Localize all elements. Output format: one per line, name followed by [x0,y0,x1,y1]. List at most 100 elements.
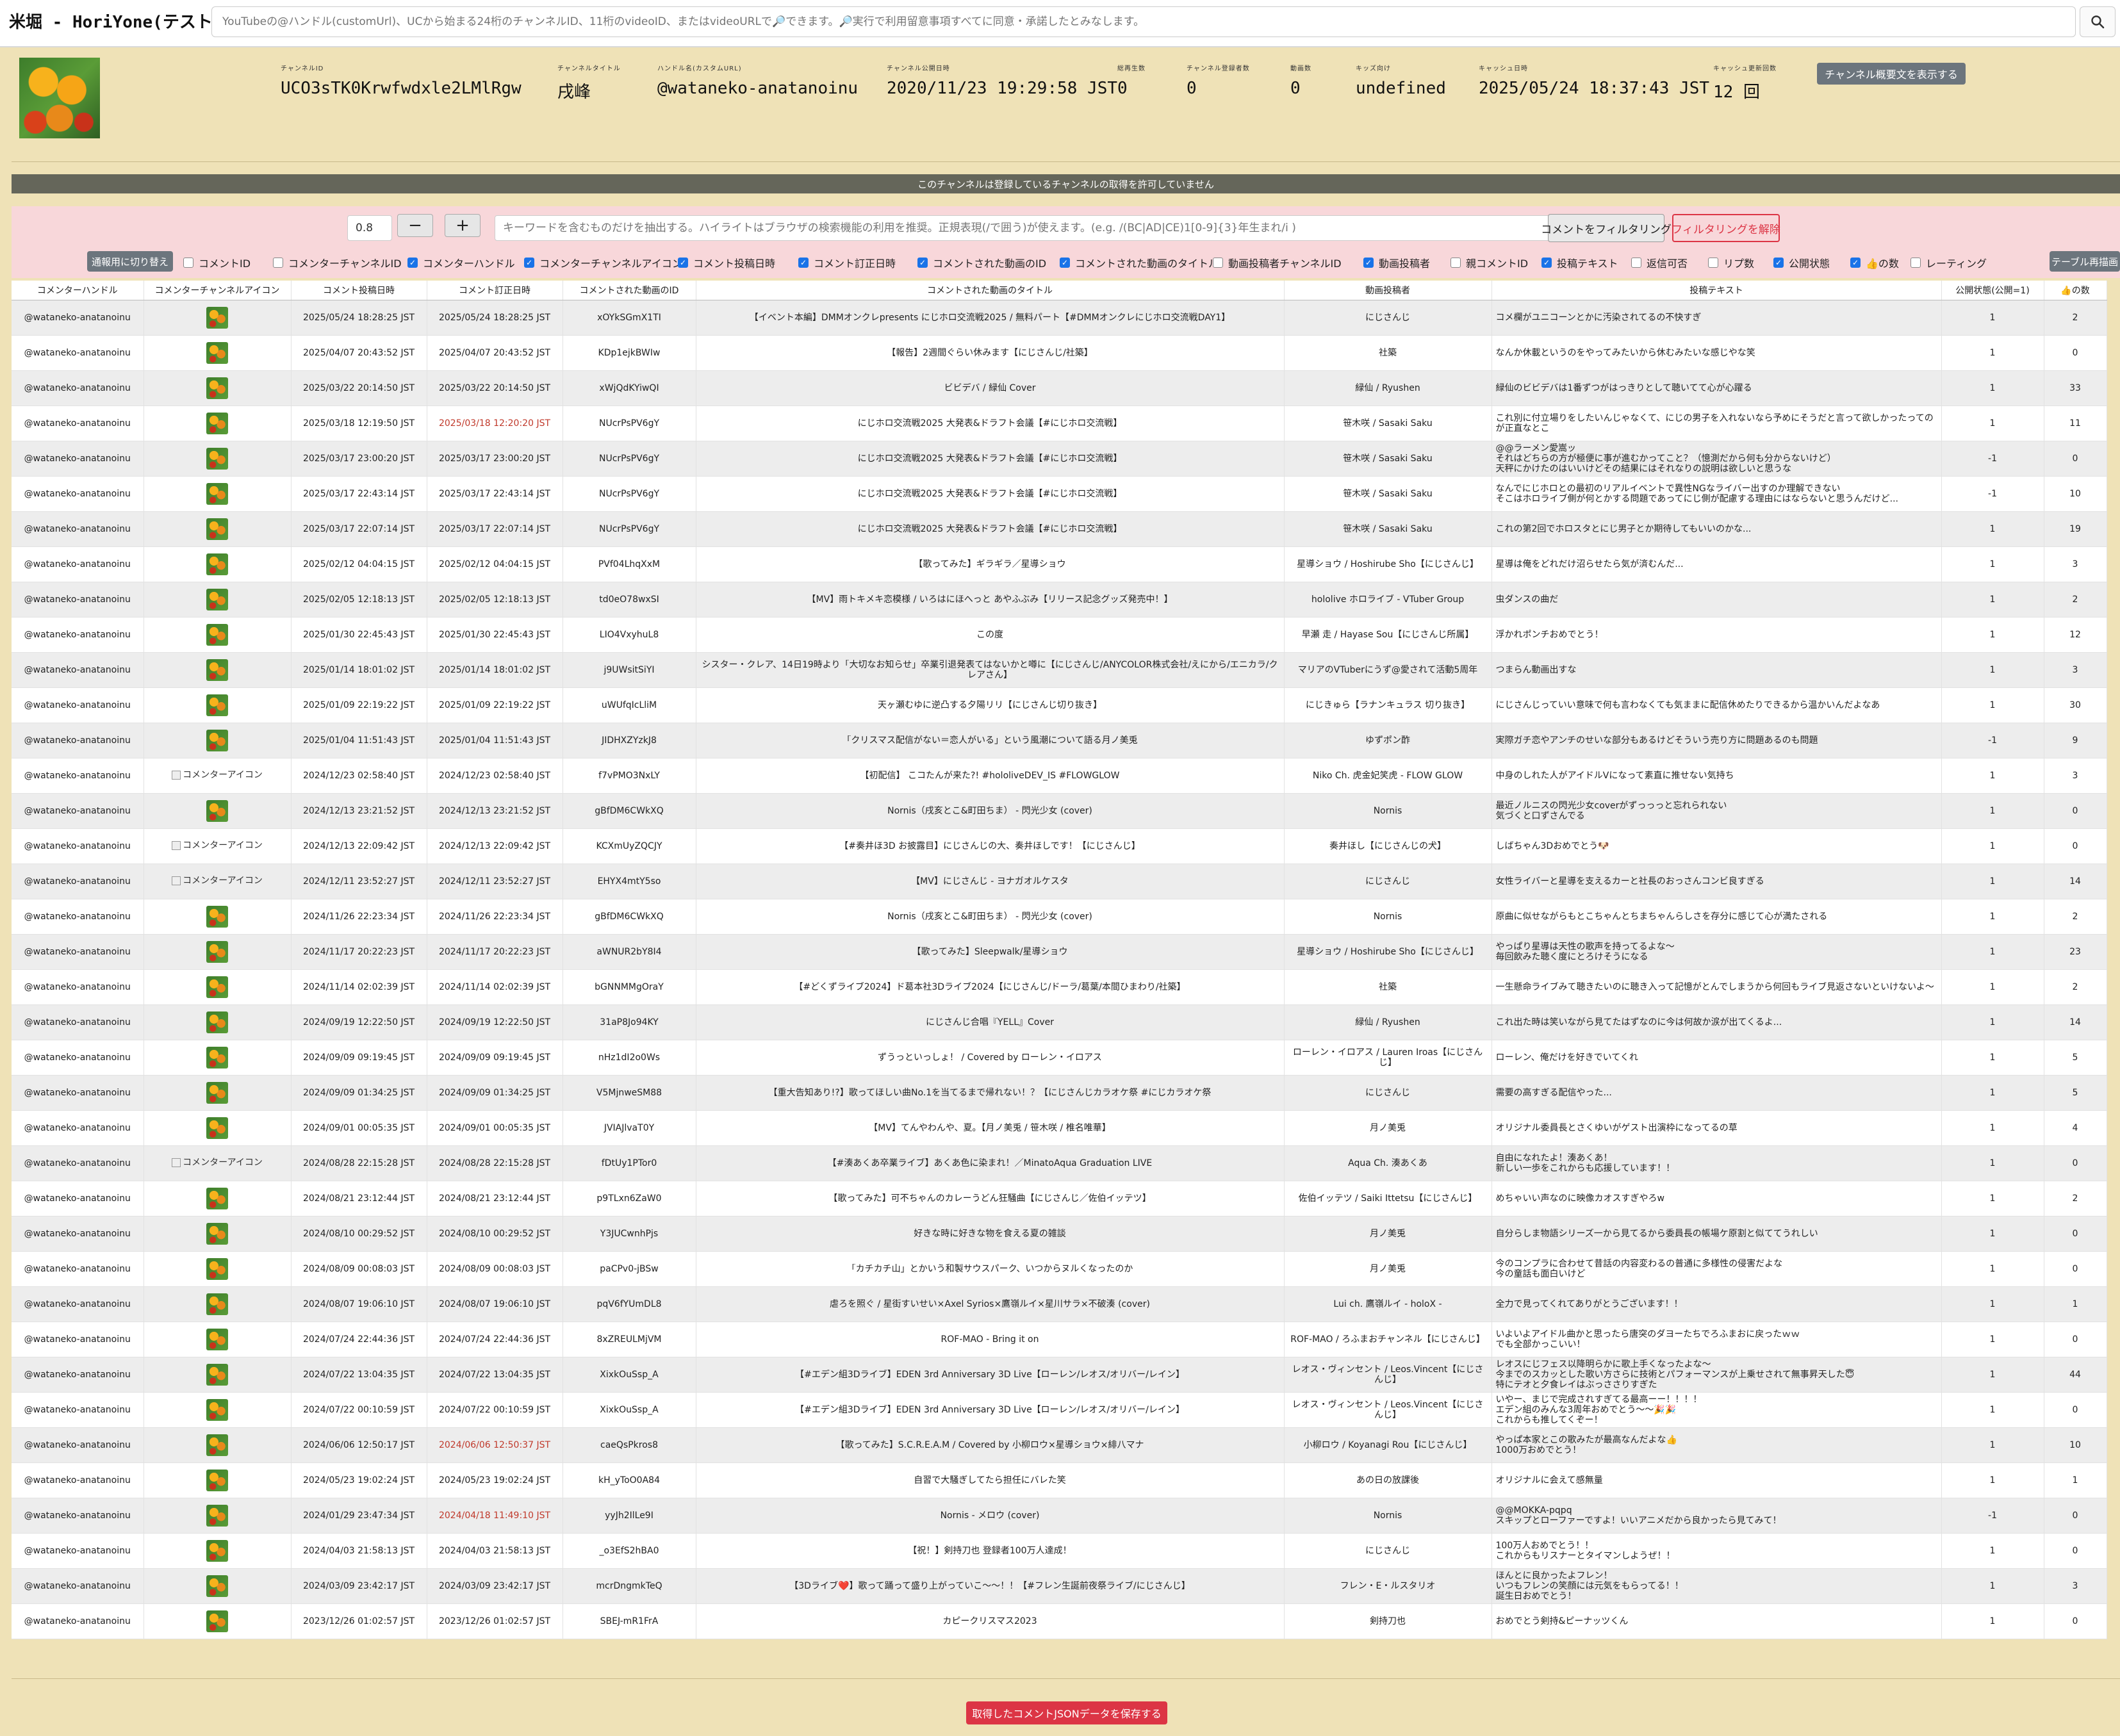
table-row[interactable]: @wataneko-anatanoinu 2025/03/17 23:00:20 … [12,441,2107,477]
col-toggle-visibility[interactable]: ✓ 公開状態 [1773,255,1830,270]
checkbox[interactable] [273,258,283,268]
checkbox[interactable]: ✓ [678,258,688,268]
col-toggle-uploader[interactable]: ✓ 動画投稿者 [1363,255,1430,270]
col-toggle-likes[interactable]: ✓ 👍の数 [1850,255,1899,270]
show-description-button[interactable]: チャンネル概要文を表示する [1817,63,1966,85]
cache-count-field: キャッシュ更新回数 12 回 [1713,63,1777,102]
col-header-handle[interactable]: コメンターハンドル [12,281,144,300]
table-row[interactable]: @wataneko-anatanoinu コメンターアイコン 2024/12/13 … [12,828,2107,864]
redraw-table-button[interactable]: テーブル再描画 [2050,251,2120,272]
table-row[interactable]: @wataneko-anatanoinu 2025/03/18 12:19:50 … [12,405,2107,441]
col-header-edited[interactable]: コメント訂正日時 [427,281,563,300]
post-text-text: ローレン、俺だけを好きでいてくれ [1495,1052,1638,1063]
col-toggle-parent-comment-id[interactable]: 親コメントID [1450,255,1528,270]
table-row[interactable]: @wataneko-anatanoinu 2025/05/24 18:28:25 … [12,300,2107,336]
table-row[interactable]: @wataneko-anatanoinu 2024/07/22 00:10:59 … [12,1392,2107,1428]
table-row[interactable]: @wataneko-anatanoinu 2025/03/22 20:14:50 … [12,370,2107,406]
checkbox[interactable]: ✓ [524,258,534,268]
col-toggle-comment-id[interactable]: コメントID [183,255,251,270]
checkbox[interactable]: ✓ [407,258,418,268]
checkbox[interactable]: ✓ [1541,258,1552,268]
col-toggle-reply-allowed[interactable]: 返信可否 [1631,255,1688,270]
col-toggle-rating[interactable]: レーティング [1910,255,1987,270]
clear-filter-button[interactable]: フィルタリングを解除 [1672,214,1780,242]
table-row[interactable]: @wataneko-anatanoinu 2025/01/14 18:01:02 … [12,652,2107,688]
col-header-video-title[interactable]: コメントされた動画のタイトル [696,281,1285,300]
col-toggle-post-text[interactable]: ✓ 投稿テキスト [1541,255,1618,270]
filter-button[interactable]: コメントをフィルタリング [1541,214,1672,242]
checkbox[interactable]: ✓ [798,258,809,268]
table-row[interactable]: @wataneko-anatanoinu 2024/09/19 12:22:50 … [12,1004,2107,1040]
col-toggle-uploader-channel-id[interactable]: 動画投稿者チャンネルID [1213,255,1342,270]
keyword-input[interactable] [495,215,1552,241]
table-row[interactable]: @wataneko-anatanoinu 2025/02/05 12:18:13 … [12,582,2107,618]
col-toggle-video-id[interactable]: ✓ コメントされた動画のID [917,255,1046,270]
table-row[interactable]: @wataneko-anatanoinu コメンターアイコン 2024/12/11 … [12,864,2107,899]
table-row[interactable]: @wataneko-anatanoinu コメンターアイコン 2024/08/28 … [12,1145,2107,1181]
search-button[interactable] [2080,6,2116,37]
table-row[interactable]: @wataneko-anatanoinu 2024/05/23 19:02:24 … [12,1462,2107,1498]
col-header-text[interactable]: 投稿テキスト [1491,281,1942,300]
checkbox[interactable]: ✓ [1363,258,1374,268]
posted-date-text: 2025/01/14 18:01:02 JST [302,665,415,675]
col-toggle-commenter-channel-id[interactable]: コメンターチャンネルID [273,255,402,270]
table-row[interactable]: @wataneko-anatanoinu コメンターアイコン 2024/12/23 … [12,758,2107,794]
col-header-video-id[interactable]: コメントされた動画のID [563,281,696,300]
table-row[interactable]: @wataneko-anatanoinu 2024/08/21 23:12:44 … [12,1181,2107,1216]
save-json-button[interactable]: 取得したコメントJSONデータを保存する [966,1701,1167,1724]
table-row[interactable]: @wataneko-anatanoinu 2025/03/17 22:07:14 … [12,511,2107,547]
search-input[interactable] [211,6,2076,37]
col-toggle-reply-count[interactable]: リプ数 [1708,255,1754,270]
checkbox[interactable]: ✓ [1060,258,1070,268]
table-row[interactable]: @wataneko-anatanoinu 2025/04/07 20:43:52 … [12,335,2107,371]
col-toggle-edited-date[interactable]: ✓ コメント訂正日時 [798,255,896,270]
table-row[interactable]: @wataneko-anatanoinu 2025/01/30 22:45:43 … [12,617,2107,653]
table-row[interactable]: @wataneko-anatanoinu 2024/09/09 09:19:45 … [12,1040,2107,1076]
col-toggle-commenter-icon[interactable]: ✓ コメンターチャンネルアイコン [524,255,682,270]
table-row[interactable]: @wataneko-anatanoinu 2025/01/09 22:19:22 … [12,687,2107,723]
table-row[interactable]: @wataneko-anatanoinu 2024/03/09 23:42:17 … [12,1568,2107,1604]
table-row[interactable]: @wataneko-anatanoinu 2024/09/09 01:34:25 … [12,1075,2107,1111]
table-row[interactable]: @wataneko-anatanoinu 2024/12/13 23:21:52 … [12,793,2107,829]
table-row[interactable]: @wataneko-anatanoinu 2025/03/17 22:43:14 … [12,476,2107,512]
table-row[interactable]: @wataneko-anatanoinu 2025/01/04 11:51:43 … [12,723,2107,758]
table-row[interactable]: @wataneko-anatanoinu 2024/11/26 22:23:34 … [12,899,2107,935]
posted-date: 2024/12/11 23:52:27 JST [291,864,427,899]
report-mode-button[interactable]: 通報用に切り替え [87,251,173,272]
field-value: undefined [1356,79,1446,98]
table-row[interactable]: @wataneko-anatanoinu 2024/07/22 13:04:35 … [12,1357,2107,1393]
table-row[interactable]: @wataneko-anatanoinu 2024/06/06 12:50:17 … [12,1427,2107,1463]
threshold-input[interactable] [347,215,392,241]
checkbox[interactable]: ✓ [1850,258,1861,268]
table-row[interactable]: @wataneko-anatanoinu 2023/12/26 01:02:57 … [12,1603,2107,1639]
checkbox[interactable] [1450,258,1461,268]
col-toggle-video-title[interactable]: ✓ コメントされた動画のタイトル [1060,255,1219,270]
checkbox[interactable] [1708,258,1718,268]
table-row[interactable]: @wataneko-anatanoinu 2024/01/29 23:47:34 … [12,1498,2107,1534]
table-row[interactable]: @wataneko-anatanoinu 2024/08/09 00:08:03 … [12,1251,2107,1287]
decrement-button[interactable]: − [397,214,433,237]
checkbox[interactable]: ✓ [1773,258,1784,268]
edited-date: 2024/08/21 23:12:44 JST [427,1181,563,1216]
increment-button[interactable]: + [445,214,481,237]
col-toggle-posted-date[interactable]: ✓ コメント投稿日時 [678,255,775,270]
checkbox[interactable] [1631,258,1641,268]
col-header-uploader[interactable]: 動画投稿者 [1284,281,1492,300]
table-row[interactable]: @wataneko-anatanoinu 2025/02/12 04:04:15 … [12,546,2107,582]
checkbox[interactable] [1213,258,1223,268]
col-header-icon[interactable]: コメンターチャンネルアイコン [144,281,292,300]
col-header-posted[interactable]: コメント投稿日時 [291,281,427,300]
table-row[interactable]: @wataneko-anatanoinu 2024/11/17 20:22:23 … [12,934,2107,970]
table-row[interactable]: @wataneko-anatanoinu 2024/08/07 19:06:10 … [12,1286,2107,1322]
checkbox[interactable] [183,258,193,268]
checkbox[interactable] [1910,258,1921,268]
col-header-likes[interactable]: 👍の数 [2044,281,2107,300]
checkbox[interactable]: ✓ [917,258,928,268]
table-row[interactable]: @wataneko-anatanoinu 2024/09/01 00:05:35 … [12,1110,2107,1146]
table-row[interactable]: @wataneko-anatanoinu 2024/11/14 02:02:39 … [12,969,2107,1005]
table-row[interactable]: @wataneko-anatanoinu 2024/04/03 21:58:13 … [12,1533,2107,1569]
table-row[interactable]: @wataneko-anatanoinu 2024/07/24 22:44:36 … [12,1322,2107,1357]
col-header-status[interactable]: 公開状態(公開=1) [1941,281,2044,300]
col-toggle-commenter-handle[interactable]: ✓ コメンターハンドル [407,255,515,270]
table-row[interactable]: @wataneko-anatanoinu 2024/08/10 00:29:52 … [12,1216,2107,1252]
